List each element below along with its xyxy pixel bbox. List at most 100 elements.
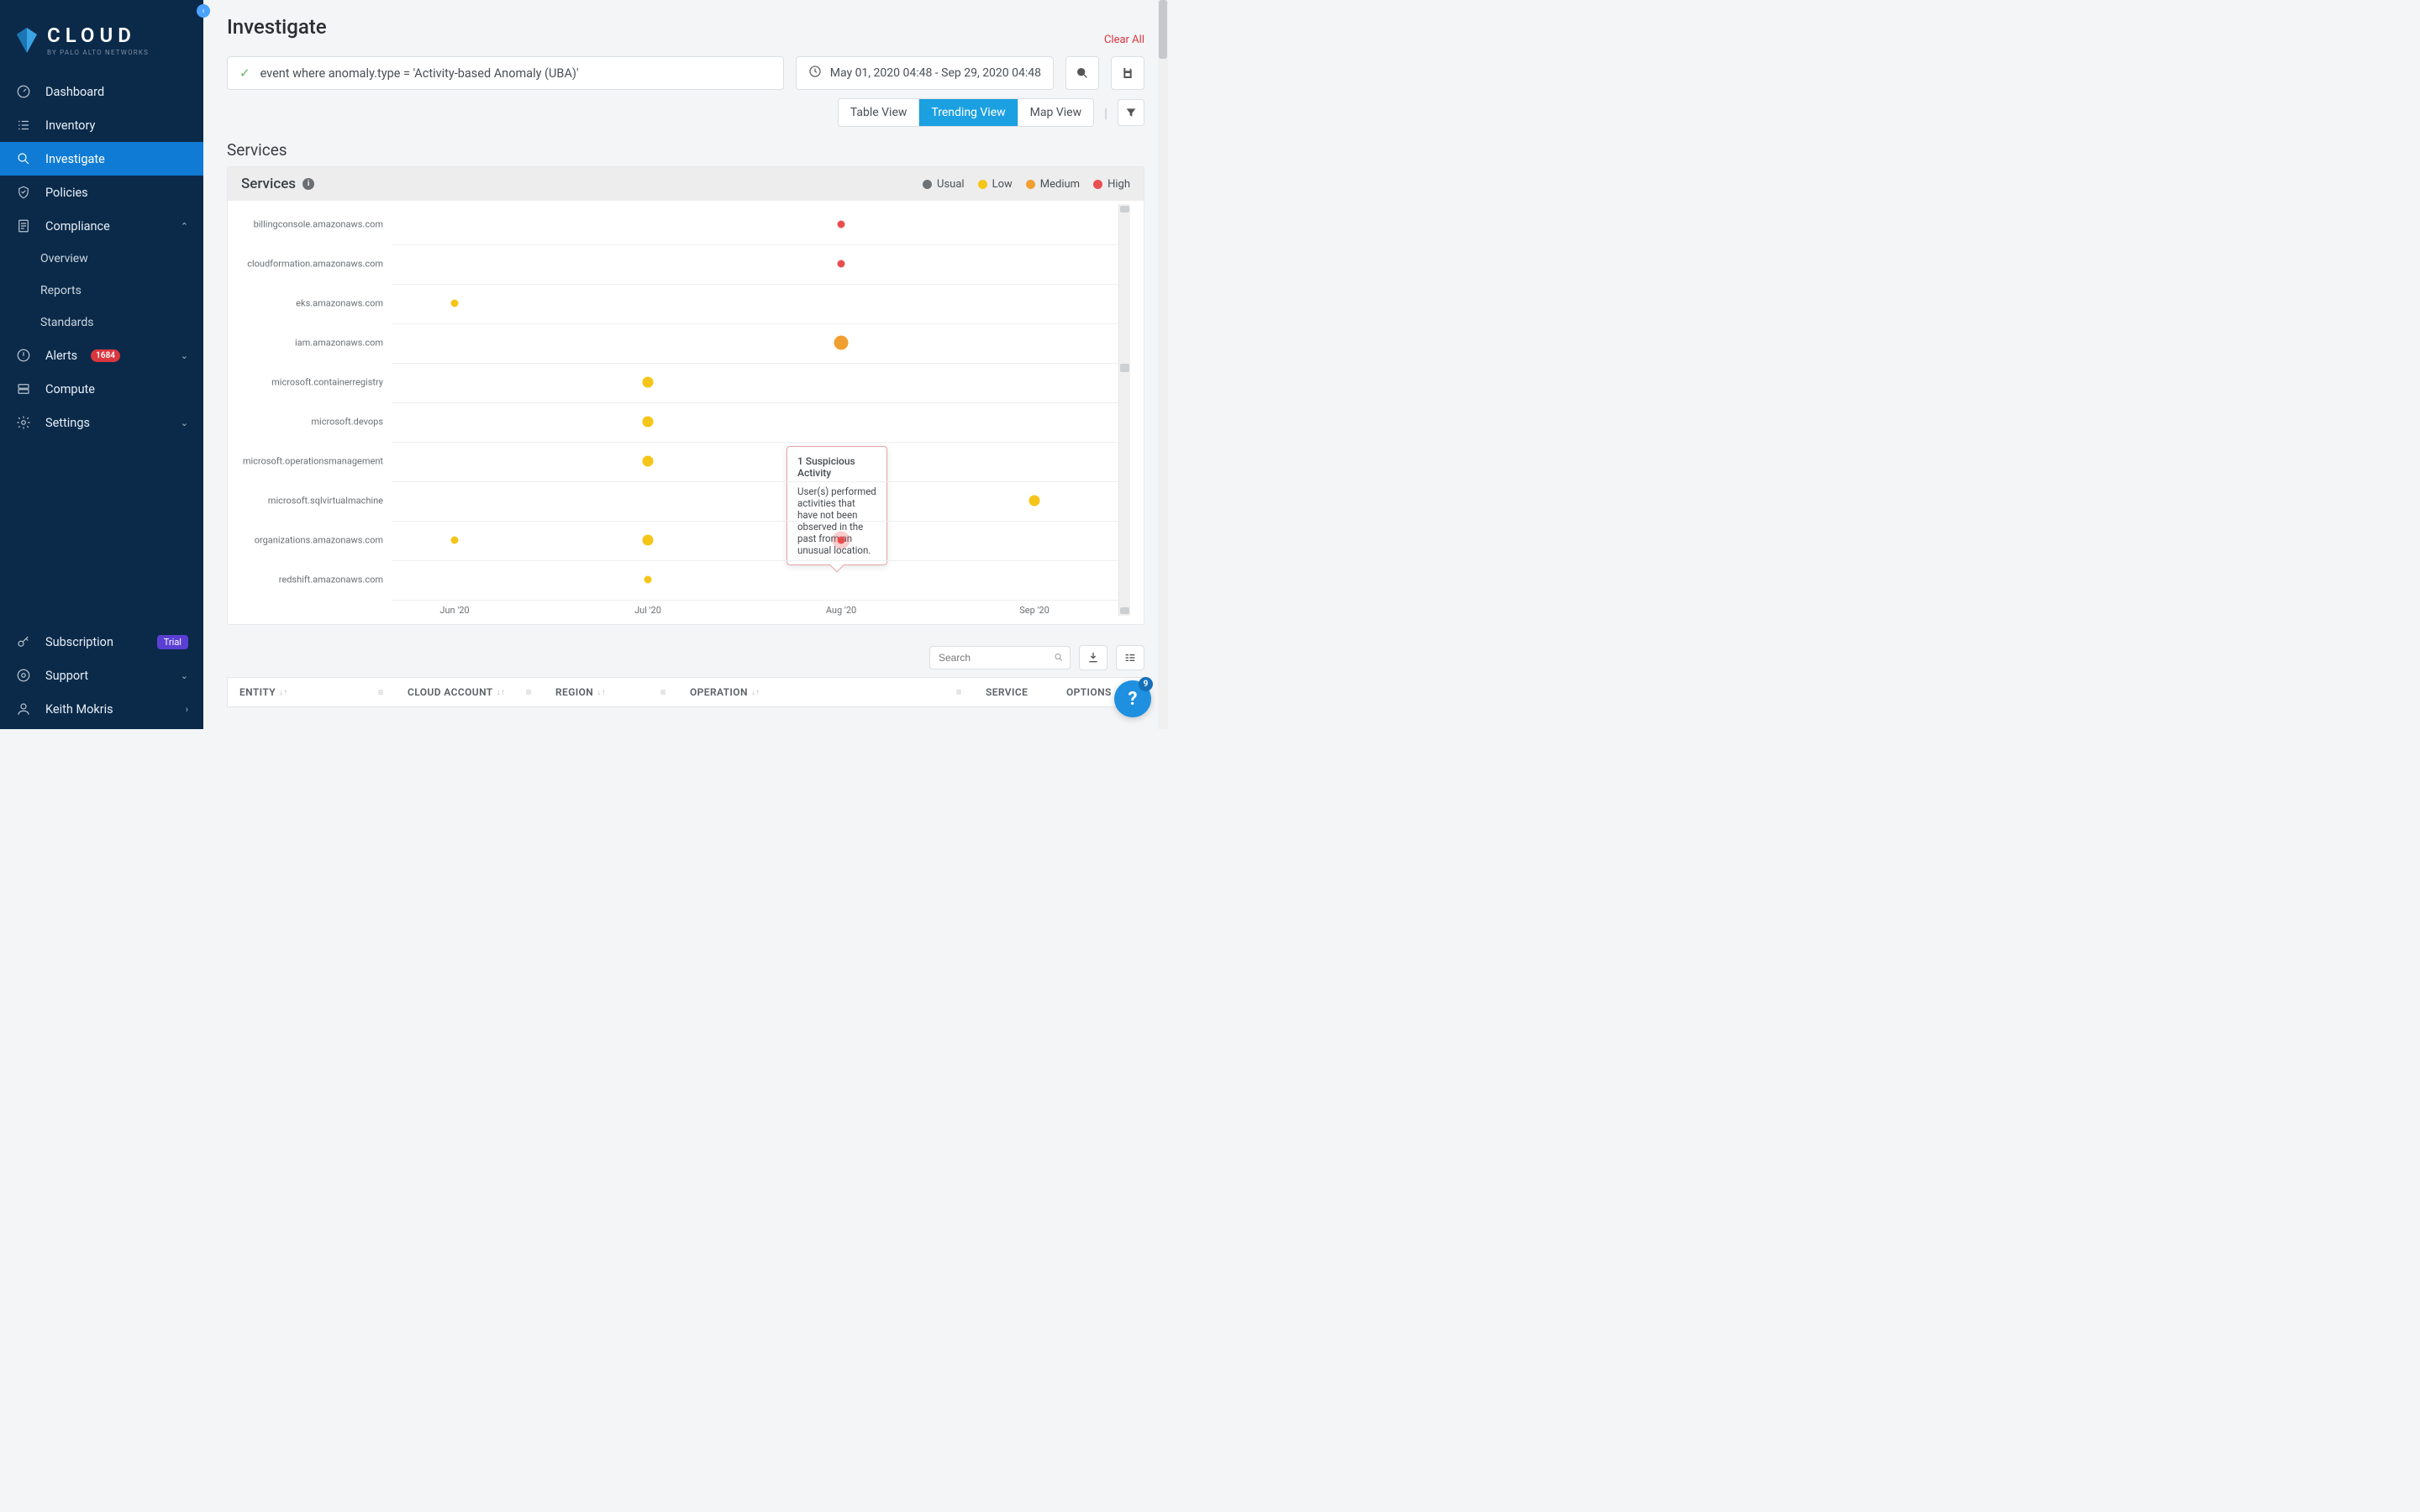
sidebar-item-reports[interactable]: Reports — [0, 275, 203, 307]
sidebar-item-label: Compliance — [45, 219, 110, 234]
chart-point[interactable] — [643, 535, 654, 546]
tab-trending-view[interactable]: Trending View — [919, 99, 1018, 126]
table-search[interactable] — [929, 646, 1071, 669]
clear-all-link[interactable]: Clear All — [1104, 34, 1144, 46]
key-icon — [15, 633, 32, 650]
y-axis-label: microsoft.containerregistry — [271, 377, 383, 388]
chart-point[interactable] — [451, 300, 459, 307]
sidebar: ‹ CLOUD BY PALO ALTO NETWORKS Dashboard … — [0, 0, 203, 729]
legend-low: Low — [978, 178, 1013, 191]
chart-point[interactable] — [451, 537, 459, 544]
chart-scrollbar[interactable] — [1118, 204, 1130, 616]
panel-title: Services — [241, 176, 296, 192]
support-icon — [15, 667, 32, 684]
chevron-down-icon: ⌄ — [181, 670, 188, 681]
legend-medium: Medium — [1026, 178, 1080, 191]
chart-tooltip: 1 Suspicious Activity User(s) performed … — [786, 446, 887, 565]
sidebar-item-subscription[interactable]: Subscription Trial — [0, 625, 203, 659]
sidebar-item-support[interactable]: Support ⌄ — [0, 659, 203, 692]
column-operation[interactable]: OPERATION↓↑≡ — [678, 678, 974, 706]
chevron-down-icon: ⌄ — [181, 417, 188, 428]
y-axis-label: microsoft.operationsmanagement — [243, 456, 383, 467]
info-icon[interactable]: i — [302, 178, 314, 190]
download-button[interactable] — [1079, 645, 1107, 670]
sidebar-item-settings[interactable]: Settings ⌄ — [0, 406, 203, 439]
chart-point[interactable] — [838, 221, 845, 228]
search-icon — [1054, 650, 1064, 666]
chart-point[interactable] — [838, 260, 845, 268]
brand-word: CLOUD — [47, 24, 149, 47]
sidebar-collapse-toggle[interactable]: ‹ — [197, 4, 210, 18]
services-panel: Services i Usual Low Medium High 1 Sus — [227, 166, 1144, 625]
y-axis-label: eks.amazonaws.com — [296, 298, 383, 309]
search-input[interactable] — [929, 646, 1071, 669]
sidebar-item-alerts[interactable]: Alerts 1684 ⌄ — [0, 339, 203, 372]
sidebar-item-compliance[interactable]: Compliance ⌃ — [0, 209, 203, 243]
main-scrollbar[interactable] — [1158, 0, 1168, 729]
sidebar-item-standards[interactable]: Standards — [0, 307, 203, 339]
page-title: Investigate — [227, 15, 327, 39]
services-chart[interactable]: 1 Suspicious Activity User(s) performed … — [236, 204, 1118, 616]
sidebar-item-user[interactable]: Keith Mokris › — [0, 692, 203, 726]
chart-point[interactable] — [1029, 496, 1040, 507]
column-service[interactable]: SERVICE — [974, 678, 1055, 706]
chart-point[interactable] — [838, 537, 845, 544]
sidebar-item-label: Overview — [40, 252, 88, 265]
chevron-up-icon: ⌃ — [181, 221, 188, 232]
sidebar-item-label: Policies — [45, 186, 88, 200]
y-axis-label: redshift.amazonaws.com — [279, 575, 383, 585]
legend: Usual Low Medium High — [923, 178, 1130, 191]
column-cloud-account[interactable]: CLOUD ACCOUNT↓↑≡ — [396, 678, 544, 706]
sidebar-item-policies[interactable]: Policies — [0, 176, 203, 209]
date-range-text: May 01, 2020 04:48 - Sep 29, 2020 04:48 — [830, 66, 1041, 80]
trial-badge: Trial — [157, 635, 188, 649]
sidebar-item-compute[interactable]: Compute — [0, 372, 203, 406]
column-entity[interactable]: ENTITY↓↑≡ — [228, 678, 396, 706]
main-content: Investigate Clear All ✓ event where anom… — [203, 0, 1168, 729]
x-axis-label: Sep '20 — [1019, 605, 1050, 616]
query-text: event where anomaly.type = 'Activity-bas… — [260, 66, 579, 81]
tab-table-view[interactable]: Table View — [839, 99, 920, 126]
sidebar-item-dashboard[interactable]: Dashboard — [0, 75, 203, 108]
date-range-picker[interactable]: May 01, 2020 04:48 - Sep 29, 2020 04:48 — [796, 56, 1054, 90]
chart-point[interactable] — [643, 456, 654, 467]
user-icon — [15, 701, 32, 717]
sidebar-item-label: Alerts — [45, 349, 77, 363]
chevron-down-icon: ⌄ — [181, 350, 188, 361]
help-button[interactable]: ? 9 — [1114, 680, 1151, 717]
server-icon — [15, 381, 32, 397]
y-axis-label: iam.amazonaws.com — [295, 338, 383, 349]
columns-button[interactable] — [1116, 645, 1144, 670]
search-icon — [15, 150, 32, 167]
sidebar-item-investigate[interactable]: Investigate — [0, 142, 203, 176]
chart-point[interactable] — [643, 377, 654, 388]
document-icon — [15, 218, 32, 234]
tab-map-view[interactable]: Map View — [1018, 99, 1093, 126]
sidebar-item-label: Dashboard — [45, 85, 104, 99]
chevron-right-icon: › — [186, 704, 188, 715]
sidebar-item-overview[interactable]: Overview — [0, 243, 203, 275]
query-input[interactable]: ✓ event where anomaly.type = 'Activity-b… — [227, 56, 784, 90]
column-region[interactable]: REGION↓↑≡ — [544, 678, 678, 706]
sidebar-item-inventory[interactable]: Inventory — [0, 108, 203, 142]
x-axis-label: Jun '20 — [439, 605, 469, 616]
sidebar-item-label: Compute — [45, 382, 95, 396]
chart-point[interactable] — [643, 417, 654, 428]
save-button[interactable] — [1111, 56, 1144, 90]
sidebar-item-label: Settings — [45, 416, 90, 430]
tooltip-title: 1 Suspicious Activity — [797, 455, 876, 479]
search-button[interactable] — [1065, 56, 1099, 90]
brand-subtitle: BY PALO ALTO NETWORKS — [47, 49, 149, 56]
alert-circle-icon — [15, 347, 32, 364]
list-icon — [15, 117, 32, 134]
sidebar-item-label: Reports — [40, 284, 82, 297]
help-count-badge: 9 — [1139, 677, 1153, 691]
y-axis-label: billingconsole.amazonaws.com — [254, 219, 383, 230]
clock-icon — [808, 65, 822, 81]
chart-point[interactable] — [644, 576, 652, 584]
divider: | — [1104, 105, 1107, 121]
filter-button[interactable] — [1118, 99, 1144, 126]
sidebar-bottom: Subscription Trial Support ⌄ Keith Mokri… — [0, 625, 203, 729]
chart-point[interactable] — [834, 336, 849, 350]
checkmark-icon: ✓ — [239, 66, 250, 81]
